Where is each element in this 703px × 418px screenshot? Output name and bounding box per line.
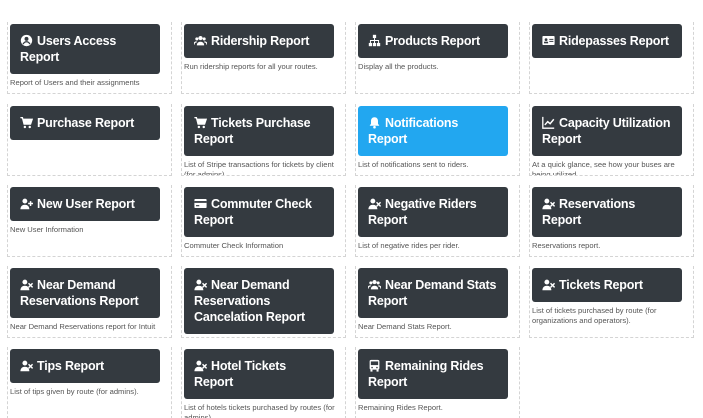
report-card: Products Report Display all the products. (355, 22, 520, 94)
report-description (182, 334, 345, 338)
report-label: Tickets Report (559, 278, 643, 292)
report-label: Hotel Tickets Report (194, 359, 286, 389)
near-demand-stats-report-button[interactable]: Near Demand Stats Report (358, 268, 508, 318)
id-card-icon (542, 34, 555, 47)
report-description: List of notifications sent to riders. (358, 160, 469, 169)
report-card: Tickets Report List of tickets purchased … (529, 266, 694, 338)
report-card: Purchase Report (7, 104, 172, 176)
report-card: Reservations Report Reservations report. (529, 185, 694, 257)
tips-report-button[interactable]: Tips Report (10, 349, 160, 383)
report-card: Notifications Report List of notification… (355, 104, 520, 176)
report-description (530, 58, 693, 62)
report-label: Negative Riders Report (368, 197, 477, 227)
commuter-check-report-button[interactable]: Commuter Check Report (184, 187, 334, 237)
report-description: List of negative rides per rider. (358, 241, 460, 250)
report-description: Commuter Check Information (184, 241, 284, 250)
new-user-report-button[interactable]: New User Report (10, 187, 160, 221)
report-description (8, 140, 171, 144)
hotel-tickets-report-button[interactable]: Hotel Tickets Report (184, 349, 334, 399)
report-card: Tickets Purchase Report List of Stripe tr… (181, 104, 346, 176)
users-icon (194, 34, 207, 47)
report-card: Ridepasses Report (529, 22, 694, 94)
users-access-report-button[interactable]: Users Access Report (10, 24, 160, 74)
report-label: Tips Report (37, 359, 105, 373)
report-description: At a quick glance, see how your buses ar… (532, 160, 675, 175)
report-description: List of Stripe transactions for tickets … (184, 160, 334, 175)
products-report-button[interactable]: Products Report (358, 24, 508, 58)
user-circle-icon (20, 34, 33, 47)
report-label: Commuter Check Report (194, 197, 312, 227)
reservations-report-button[interactable]: Reservations Report (532, 187, 682, 237)
remaining-rides-report-button[interactable]: Remaining Rides Report (358, 349, 508, 399)
report-description: List of tips given by route (for admins)… (10, 387, 139, 396)
ridepasses-report-button[interactable]: Ridepasses Report (532, 24, 682, 58)
sitemap-icon (368, 34, 381, 47)
negative-riders-report-button[interactable]: Negative Riders Report (358, 187, 508, 237)
report-card: Remaining Rides Report Remaining Rides Re… (355, 347, 520, 418)
report-card: Capacity Utilization Report At a quick gl… (529, 104, 694, 176)
bell-icon (368, 116, 381, 129)
report-label: Products Report (385, 34, 480, 48)
report-label: Users Access Report (20, 34, 117, 64)
report-label: Ridership Report (211, 34, 310, 48)
cart-icon (20, 116, 33, 129)
user-times-icon (194, 278, 207, 291)
user-times-icon (20, 359, 33, 372)
report-label: Tickets Purchase Report (194, 116, 311, 146)
report-card: Negative Riders Report List of negative r… (355, 185, 520, 257)
user-times-icon (194, 359, 207, 372)
report-label: Near Demand Reservations Cancelation Rep… (194, 278, 305, 324)
report-label: Near Demand Stats Report (368, 278, 497, 308)
report-label: New User Report (37, 197, 135, 211)
line-chart-icon (542, 116, 555, 129)
user-times-icon (368, 197, 381, 210)
report-description: Remaining Rides Report. (358, 403, 443, 412)
report-label: Purchase Report (37, 116, 135, 130)
user-times-icon (542, 197, 555, 210)
bus-icon (368, 359, 381, 372)
user-times-icon (20, 278, 33, 291)
report-card: New User Report New User Information (7, 185, 172, 257)
credit-card-icon (194, 197, 207, 210)
report-description: New User Information (10, 225, 84, 234)
report-card: Tips Report List of tips given by route (… (7, 347, 172, 418)
capacity-utilization-report-button[interactable]: Capacity Utilization Report (532, 106, 682, 156)
report-description: List of tickets purchased by route (for … (532, 306, 657, 325)
report-description: Near Demand Stats Report. (358, 322, 452, 331)
report-description: List of hotels tickets purchased by rout… (184, 403, 335, 418)
report-card: Near Demand Reservations Report Near Dema… (7, 266, 172, 338)
report-label: Reservations Report (542, 197, 636, 227)
report-description: Reservations report. (532, 241, 601, 250)
report-label: Notifications Report (368, 116, 459, 146)
report-card: Near Demand Stats Report Near Demand Stat… (355, 266, 520, 338)
near-demand-reservations-report-button[interactable]: Near Demand Reservations Report (10, 268, 160, 318)
near-demand-reservations-cancelation-report-button[interactable]: Near Demand Reservations Cancelation Rep… (184, 268, 334, 334)
purchase-report-button[interactable]: Purchase Report (10, 106, 160, 140)
report-label: Ridepasses Report (559, 34, 669, 48)
report-label: Capacity Utilization Report (542, 116, 671, 146)
report-card: Ridership Report Run ridership reports fo… (181, 22, 346, 94)
report-card: Commuter Check Report Commuter Check Info… (181, 185, 346, 257)
notifications-report-button[interactable]: Notifications Report (358, 106, 508, 156)
users-icon (368, 278, 381, 291)
report-description: Display all the products. (358, 62, 439, 71)
report-description: Run ridership reports for all your route… (184, 62, 318, 71)
report-card: Users Access Report Report of Users and t… (7, 22, 172, 94)
user-plus-icon (20, 197, 33, 210)
ridership-report-button[interactable]: Ridership Report (184, 24, 334, 58)
report-label: Remaining Rides Report (368, 359, 484, 389)
report-card: Near Demand Reservations Cancelation Rep… (181, 266, 346, 338)
report-label: Near Demand Reservations Report (20, 278, 139, 308)
tickets-report-button[interactable]: Tickets Report (532, 268, 682, 302)
report-card: Hotel Tickets Report List of hotels ticke… (181, 347, 346, 418)
tickets-purchase-report-button[interactable]: Tickets Purchase Report (184, 106, 334, 156)
report-description: Near Demand Reservations report for Intu… (10, 322, 156, 331)
report-description: Report of Users and their assignments (10, 78, 140, 87)
cart-icon (194, 116, 207, 129)
user-times-icon (542, 278, 555, 291)
